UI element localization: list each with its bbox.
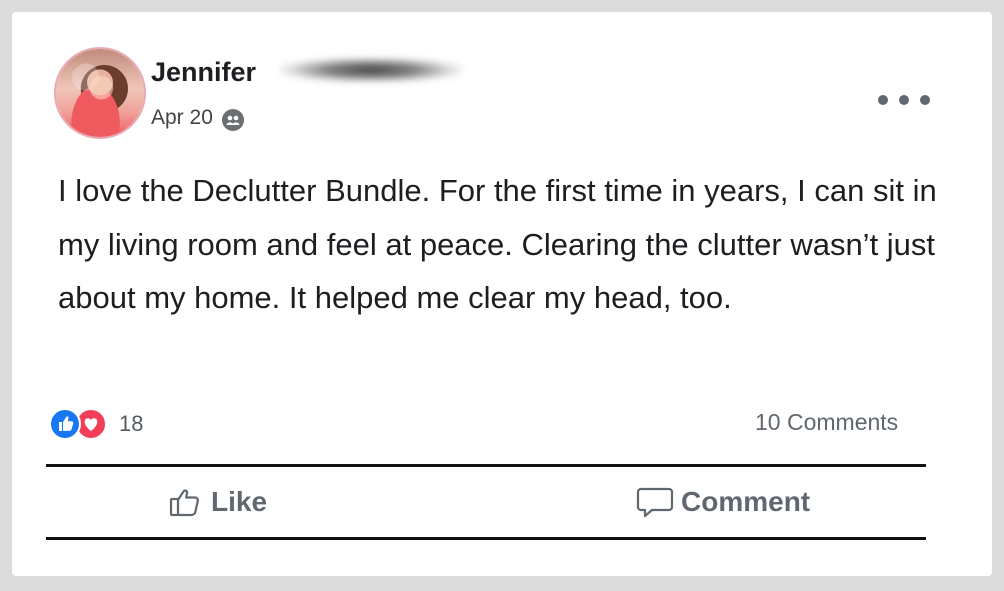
like-reaction-icon [49,408,81,440]
like-button[interactable]: Like [168,482,267,522]
author-name[interactable]: Jennifer [151,55,256,89]
more-dot [878,95,888,105]
speech-bubble-icon [636,487,674,518]
reaction-count: 18 [119,411,144,436]
comment-button[interactable]: Comment [636,482,810,522]
divider [46,537,926,540]
friends-icon [222,109,244,131]
reactions-summary[interactable]: 18 [49,408,144,440]
like-label: Like [211,486,268,517]
more-options-icon[interactable] [878,91,930,109]
avatar[interactable] [56,49,144,137]
post-card: Jennifer Apr 20 I love the Declutter Bun… [12,12,992,576]
more-dot [920,95,930,105]
comment-label: Comment [681,486,811,517]
thumbs-up-outline-icon [169,489,199,517]
comments-count-link[interactable]: 10 Comments [755,408,898,436]
post-date[interactable]: Apr 20 [151,105,213,131]
post-text: I love the Declutter Bundle. For the fir… [58,173,937,315]
divider [46,464,926,467]
more-dot [899,95,909,105]
redacted-last-name [280,57,462,83]
